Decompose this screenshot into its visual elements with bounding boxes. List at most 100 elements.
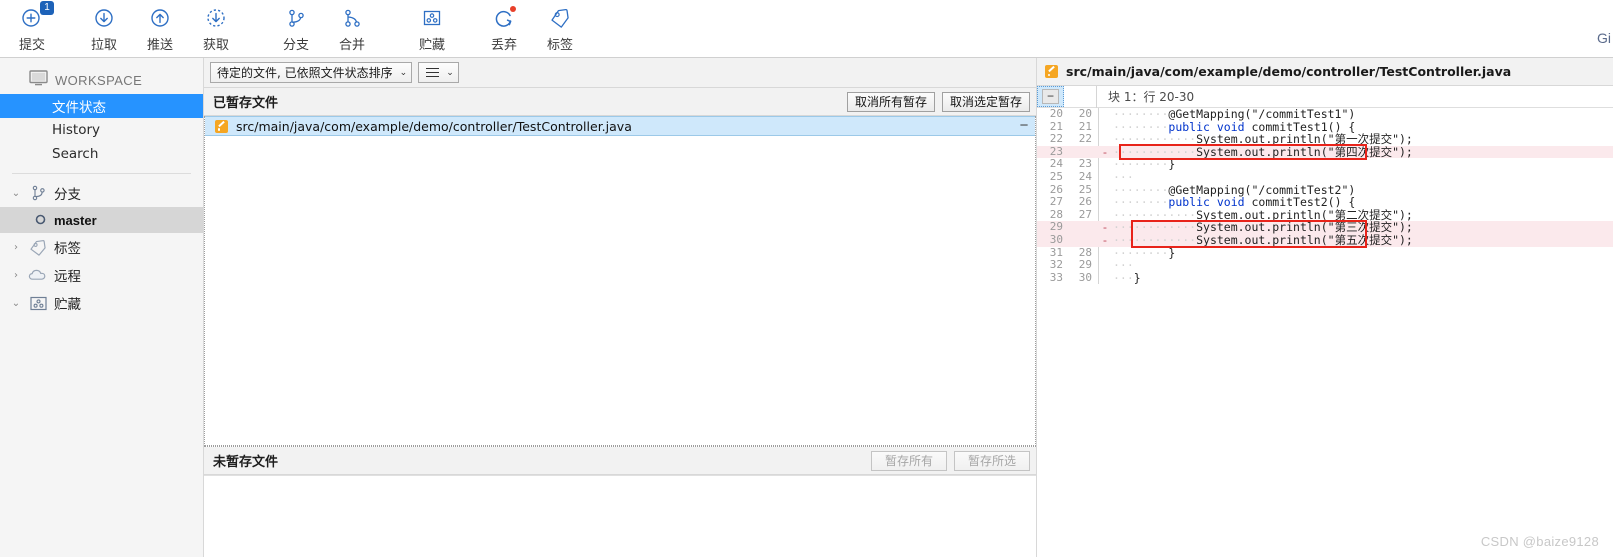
chevron-down-icon[interactable]: ⌄ [400, 68, 408, 78]
monitor-icon [29, 69, 48, 91]
toolbar-label-tag: 标签 [546, 38, 573, 53]
unstaged-files-section: 未暂存文件 暂存所有 暂存所选 [204, 446, 1036, 555]
unstaged-files-list[interactable] [204, 475, 1036, 555]
diff-code-area[interactable]: 20 20 ········@GetMapping("/commitTest1") 2… [1037, 107, 1613, 285]
sidebar-item-search[interactable]: Search [0, 142, 203, 166]
tag-icon [547, 5, 573, 31]
sidebar-item-history[interactable]: History [0, 118, 203, 142]
diff-old-line-number: 32 [1049, 258, 1063, 272]
branch-icon [283, 5, 309, 31]
diff-header: src/main/java/com/example/demo/controlle… [1037, 58, 1613, 86]
modified-file-icon [1045, 65, 1058, 78]
push-up-arrow-icon [147, 5, 173, 31]
stash-icon [28, 294, 48, 312]
diff-old-line-number: 20 [1049, 107, 1063, 120]
toolbar-label-branch: 分支 [282, 38, 309, 53]
staged-files-list[interactable]: src/main/java/com/example/demo/controlle… [204, 116, 1036, 446]
discard-refresh-icon [491, 5, 517, 31]
diff-old-line-number: 27 [1049, 195, 1063, 209]
modified-file-icon [215, 119, 228, 133]
unstage-all-button[interactable]: 取消所有暂存 [846, 91, 935, 112]
diff-file-path: src/main/java/com/example/demo/controlle… [1066, 64, 1512, 79]
file-sort-dropdown[interactable]: 待定的文件, 已依照文件状态排序 ⌄ [210, 62, 413, 83]
branch-dot-icon [35, 213, 46, 228]
sidebar-branch-master[interactable]: master [0, 207, 203, 233]
sidebar-item-label: 文件状态 [52, 100, 106, 116]
diff-panel: src/main/java/com/example/demo/controlle… [1036, 58, 1613, 557]
chevron-down-icon[interactable]: ⌄ [10, 298, 22, 309]
toolbar-button-pull[interactable]: 拉取 [76, 0, 132, 57]
chevron-down-icon[interactable]: ⌄ [10, 188, 22, 199]
unstaged-files-title: 未暂存文件 [213, 455, 279, 470]
sidebar-workspace-header[interactable]: WORKSPACE [0, 66, 203, 94]
toolbar-label-stash: 贮藏 [418, 38, 445, 53]
diff-old-line-number: 22 [1049, 132, 1063, 146]
toolbar-button-tag[interactable]: 标签 [532, 0, 588, 57]
stage-selected-button[interactable]: 暂存所选 [954, 450, 1030, 471]
diff-new-line-number: 27 [1067, 208, 1099, 222]
toolbar-label-commit: 提交 [18, 38, 45, 53]
file-status-toolbar: 待定的文件, 已依照文件状态排序 ⌄ ⌄ [204, 58, 1036, 88]
minus-icon: − [1042, 89, 1059, 104]
list-view-icon [426, 65, 440, 80]
hunk-collapse-button[interactable]: − [1037, 86, 1064, 107]
unstage-file-button[interactable]: − [1013, 118, 1035, 133]
sidebar-group-remotes[interactable]: › 远程 [0, 261, 203, 289]
watermark: CSDN @baize9128 [1480, 534, 1599, 549]
sidebar-group-label: 远程 [54, 269, 81, 285]
diff-new-line-number: 29 [1067, 259, 1099, 272]
tag-icon [28, 238, 48, 256]
chevron-right-icon[interactable]: › [10, 270, 22, 281]
stash-icon [419, 5, 445, 31]
discard-notification-dot [510, 6, 516, 12]
staged-files-header: 已暂存文件 取消所有暂存 取消选定暂存 [204, 88, 1036, 116]
toolbar-label-discard: 丢弃 [490, 38, 517, 53]
sidebar-group-tags[interactable]: › 标签 [0, 233, 203, 261]
diff-new-line-number: 24 [1067, 170, 1099, 184]
diff-line-text: ···} [1113, 270, 1141, 285]
toolbar-button-branch[interactable]: 分支 [268, 0, 324, 57]
sidebar-branch-label: master [54, 212, 97, 228]
sidebar-item-label: History [52, 122, 101, 138]
toolbar-button-stash[interactable]: 贮藏 [404, 0, 460, 57]
toolbar-label-push: 推送 [146, 38, 173, 53]
toolbar-button-fetch[interactable]: 获取 [188, 0, 244, 57]
sidebar-item-label: Search [52, 146, 99, 162]
diff-new-line-number: 30 [1067, 271, 1099, 285]
diff-change-marker: - [1101, 232, 1109, 247]
unstage-selected-button[interactable]: 取消选定暂存 [941, 91, 1030, 112]
toolbar-label-fetch: 获取 [202, 38, 229, 53]
staged-file-row[interactable]: src/main/java/com/example/demo/controlle… [205, 116, 1035, 136]
sidebar-item-file-status[interactable]: 文件状态 [0, 94, 203, 118]
toolbar-button-commit[interactable]: 1 提交 [4, 0, 60, 57]
commit-count-badge: 1 [40, 1, 54, 15]
toolbar-button-discard[interactable]: 丢弃 [476, 0, 532, 57]
diff-new-line-number: 26 [1067, 196, 1099, 209]
sidebar-group-stashes[interactable]: ⌄ 贮藏 [0, 289, 203, 317]
chevron-right-icon[interactable]: › [10, 242, 22, 253]
hunk-range-label: 块 1：行 20-30 [1108, 90, 1195, 104]
toolbar-button-push[interactable]: 推送 [132, 0, 188, 57]
fetch-dashed-arrow-icon [203, 5, 229, 31]
commit-plus-icon: 1 [19, 1, 54, 31]
view-mode-dropdown[interactable]: ⌄ [418, 62, 459, 83]
pull-down-arrow-icon [91, 5, 117, 31]
git-corner-text: Gi [1597, 30, 1611, 46]
unstaged-files-header: 未暂存文件 暂存所有 暂存所选 [204, 447, 1036, 475]
toolbar-label-pull: 拉取 [90, 38, 117, 53]
chevron-down-icon[interactable]: ⌄ [446, 68, 454, 78]
merge-icon [339, 5, 365, 31]
sidebar-group-label: 分支 [54, 187, 81, 203]
staged-files-title: 已暂存文件 [213, 96, 279, 111]
cloud-icon [28, 266, 48, 284]
diff-line: 33 30 ···} [1037, 270, 1613, 285]
stage-all-button[interactable]: 暂存所有 [871, 450, 947, 471]
diff-old-line-number: 33 [1049, 270, 1063, 284]
sidebar-group-label: 标签 [54, 241, 81, 257]
sidebar: WORKSPACE 文件状态 History Search ⌄ 分支 maste… [0, 58, 204, 557]
toolbar-button-merge[interactable]: 合并 [324, 0, 380, 57]
diff-old-line-number: 25 [1049, 169, 1063, 183]
file-status-panel: 待定的文件, 已依照文件状态排序 ⌄ ⌄ 已暂存文件 取消所有暂存 取消选定暂存… [204, 58, 1036, 557]
toolbar-label-merge: 合并 [338, 38, 365, 53]
sidebar-group-branches[interactable]: ⌄ 分支 [0, 179, 203, 207]
